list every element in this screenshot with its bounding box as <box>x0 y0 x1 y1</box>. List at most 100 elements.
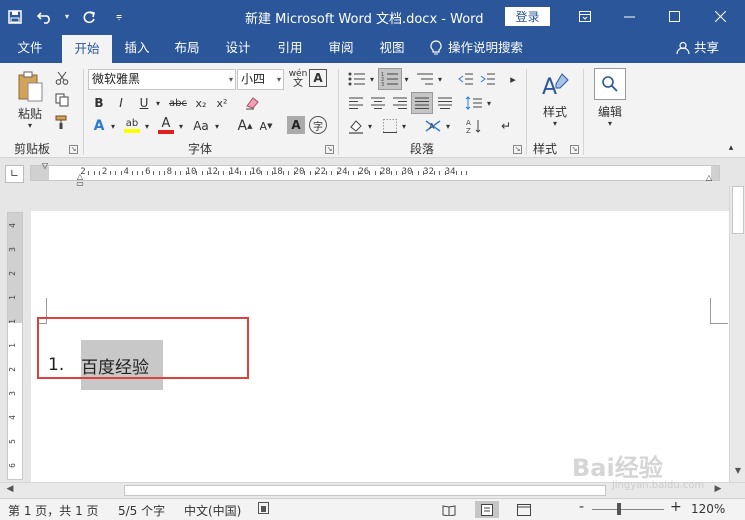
highlight-button[interactable]: ab <box>121 116 143 136</box>
macro-recording-icon[interactable] <box>258 502 272 517</box>
chinese-layout-icon[interactable]: A <box>422 116 444 136</box>
italic-button[interactable]: I <box>111 93 131 113</box>
decrease-indent-icon[interactable] <box>456 69 476 89</box>
undo-dropdown-icon[interactable]: ▾ <box>60 0 74 33</box>
shading-dropdown-icon[interactable]: ▾ <box>366 116 374 136</box>
tab-review[interactable]: 审阅 <box>319 33 363 63</box>
borders-dropdown-icon[interactable]: ▾ <box>400 116 408 136</box>
language-indicator[interactable]: 中文(中国) <box>184 502 241 519</box>
shading-icon[interactable] <box>346 116 366 136</box>
numbering-dropdown-icon[interactable]: ▾ <box>402 69 411 89</box>
zoom-out-button[interactable]: - <box>579 499 584 515</box>
tell-me-search[interactable]: 操作说明搜索 <box>430 33 523 63</box>
zoom-in-button[interactable]: + <box>670 499 682 515</box>
redo-icon[interactable] <box>74 0 104 33</box>
superscript-button[interactable]: x² <box>212 93 232 113</box>
tab-insert[interactable]: 插入 <box>115 33 159 63</box>
multilevel-list-icon[interactable] <box>414 69 436 89</box>
styles-launcher-icon[interactable]: ↘ <box>570 145 579 154</box>
bullets-icon[interactable] <box>346 69 368 89</box>
align-center-icon[interactable] <box>368 93 388 113</box>
editing-dropdown-icon[interactable]: ▾ <box>602 117 618 129</box>
tab-selector-icon[interactable]: ∟ <box>5 165 24 183</box>
sort-icon[interactable]: AZ <box>464 116 484 136</box>
line-spacing-dropdown-icon[interactable]: ▾ <box>485 93 493 113</box>
multilevel-dropdown-icon[interactable]: ▾ <box>436 69 444 89</box>
login-button[interactable]: 登录 <box>505 7 550 26</box>
chinese-layout-dropdown-icon[interactable]: ▾ <box>444 116 452 136</box>
font-size-combo[interactable]: 小四 ▾ <box>237 69 284 90</box>
hanging-indent-marker[interactable]: △ ▭ <box>75 173 85 188</box>
subscript-button[interactable]: x₂ <box>191 93 211 113</box>
read-mode-icon[interactable] <box>437 501 461 518</box>
underline-dropdown-icon[interactable]: ▾ <box>153 93 163 113</box>
search-icon[interactable] <box>594 68 626 100</box>
numbering-icon[interactable]: 123 <box>378 68 402 90</box>
cut-icon[interactable] <box>53 69 71 87</box>
bold-button[interactable]: B <box>89 93 109 113</box>
first-line-indent-marker[interactable]: ▽ <box>40 161 50 170</box>
tab-references[interactable]: 引用 <box>268 33 312 63</box>
horizontal-scroll-thumb[interactable] <box>124 485 606 496</box>
align-left-icon[interactable] <box>346 93 366 113</box>
right-indent-marker[interactable]: △ <box>704 173 714 182</box>
scroll-right-icon[interactable]: ▶ <box>710 484 726 498</box>
increase-indent-icon[interactable] <box>478 69 498 89</box>
vertical-ruler[interactable]: 4 3 2 1 1 1 2 3 4 5 6 <box>7 212 23 480</box>
tab-file[interactable]: 文件 <box>5 33 55 63</box>
copy-icon[interactable] <box>53 91 71 109</box>
line-spacing-icon[interactable] <box>463 93 485 113</box>
phonetic-guide-icon[interactable]: wén 文 <box>288 69 308 89</box>
customize-icon[interactable]: ⩦ <box>104 0 134 33</box>
web-layout-icon[interactable] <box>512 501 536 518</box>
tab-layout[interactable]: 布局 <box>165 33 209 63</box>
clipboard-launcher-icon[interactable]: ↘ <box>69 145 78 154</box>
clear-formatting-icon[interactable] <box>241 93 263 113</box>
strikethrough-button[interactable]: abc <box>166 93 190 113</box>
distributed-icon[interactable] <box>435 93 455 113</box>
paragraph-launcher-icon[interactable]: ↘ <box>513 145 522 154</box>
scroll-down-icon[interactable]: ▼ <box>730 466 745 480</box>
character-shading-button[interactable]: A <box>287 116 305 134</box>
font-launcher-icon[interactable]: ↘ <box>325 145 334 154</box>
font-name-combo[interactable]: 微软雅黑 ▾ <box>88 69 236 90</box>
enclose-characters-button[interactable]: 字 <box>309 116 327 134</box>
vertical-scrollbar[interactable]: ▼ <box>729 186 745 482</box>
align-right-icon[interactable] <box>390 93 410 113</box>
bullets-dropdown-icon[interactable]: ▾ <box>368 69 376 89</box>
page-count[interactable]: 第 1 页，共 1 页 <box>8 502 99 519</box>
change-case-button[interactable]: Aa <box>189 116 213 136</box>
character-border-icon[interactable]: A <box>309 69 327 87</box>
font-color-button[interactable]: A <box>155 116 177 136</box>
vertical-scroll-thumb[interactable] <box>732 186 744 234</box>
zoom-level[interactable]: 120% <box>691 502 725 516</box>
styles-dropdown-icon[interactable]: ▾ <box>547 117 563 129</box>
scroll-left-icon[interactable]: ◀ <box>2 484 18 498</box>
grow-font-button[interactable]: A ▲ <box>235 116 255 136</box>
minimize-icon[interactable] <box>607 0 652 33</box>
tab-design[interactable]: 设计 <box>216 33 260 63</box>
print-layout-icon[interactable] <box>475 501 499 518</box>
zoom-slider-thumb[interactable] <box>617 503 621 515</box>
undo-icon[interactable] <box>30 0 60 33</box>
maximize-icon[interactable] <box>652 0 697 33</box>
tab-view[interactable]: 视图 <box>370 33 414 63</box>
paste-icon[interactable] <box>10 69 50 105</box>
share-button[interactable]: 共享 <box>676 33 719 63</box>
justify-icon[interactable] <box>411 92 433 114</box>
collapse-ribbon-icon[interactable]: ▴ <box>724 141 738 155</box>
text-effects-dropdown-icon[interactable]: ▾ <box>108 116 118 136</box>
font-color-dropdown-icon[interactable]: ▾ <box>176 116 186 136</box>
zoom-slider-track[interactable] <box>592 509 664 510</box>
close-icon[interactable] <box>698 0 743 33</box>
more-paragraph-icon[interactable]: ▸ <box>504 69 522 89</box>
word-count[interactable]: 5/5 个字 <box>118 502 165 519</box>
highlight-dropdown-icon[interactable]: ▾ <box>142 116 152 136</box>
borders-icon[interactable] <box>380 116 400 136</box>
format-painter-icon[interactable] <box>53 113 71 131</box>
tab-home[interactable]: 开始 <box>62 35 112 63</box>
save-icon[interactable] <box>0 0 30 33</box>
styles-gallery-icon[interactable]: A <box>538 69 572 101</box>
shrink-font-button[interactable]: A ▼ <box>256 116 276 136</box>
ribbon-display-options-icon[interactable] <box>562 0 607 33</box>
